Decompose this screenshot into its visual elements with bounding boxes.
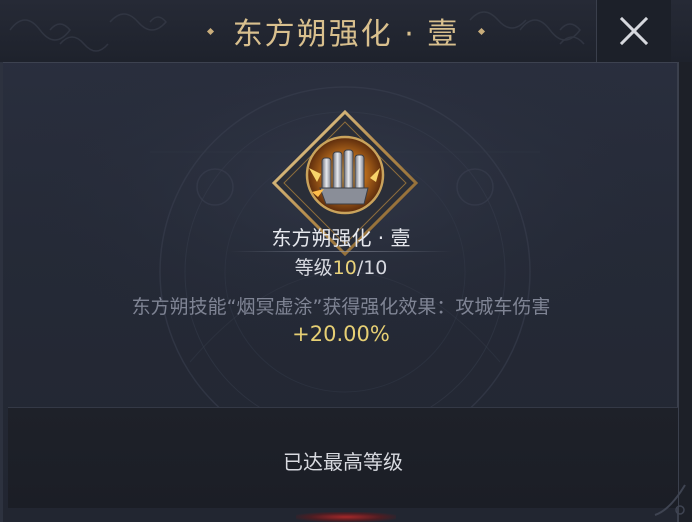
title-right-ornament xyxy=(478,27,486,35)
enhancement-dialog: 东方朔强化 · 壹 东方朔强化 · 壹 等级10/10 东方朔技能“烟冥虚涂”获… xyxy=(0,0,692,522)
close-button[interactable] xyxy=(596,0,671,62)
title-row: 东方朔强化 · 壹 xyxy=(0,8,692,54)
skill-description: 东方朔技能“烟冥虚涂”获得强化效果：攻城车伤害 xyxy=(131,296,551,318)
corner-ornament xyxy=(654,484,686,516)
level-label: 等级 xyxy=(294,257,333,279)
level-current: 10 xyxy=(332,257,357,279)
bottom-glow-decoration xyxy=(296,512,396,522)
level-max: /10 xyxy=(356,257,388,279)
dialog-header: 东方朔强化 · 壹 xyxy=(0,0,692,63)
dialog-title: 东方朔强化 · 壹 xyxy=(232,17,460,52)
close-icon xyxy=(619,16,649,46)
skill-bonus-value: +20.00% xyxy=(292,322,390,346)
max-level-status: 已达最高等级 xyxy=(283,450,403,474)
title-left-ornament xyxy=(206,27,214,35)
footer-bar: 已达最高等级 xyxy=(8,407,678,508)
skill-level: 等级10/10 xyxy=(0,253,682,280)
name-divider xyxy=(230,251,452,252)
skill-name: 东方朔强化 · 壹 xyxy=(271,226,411,250)
